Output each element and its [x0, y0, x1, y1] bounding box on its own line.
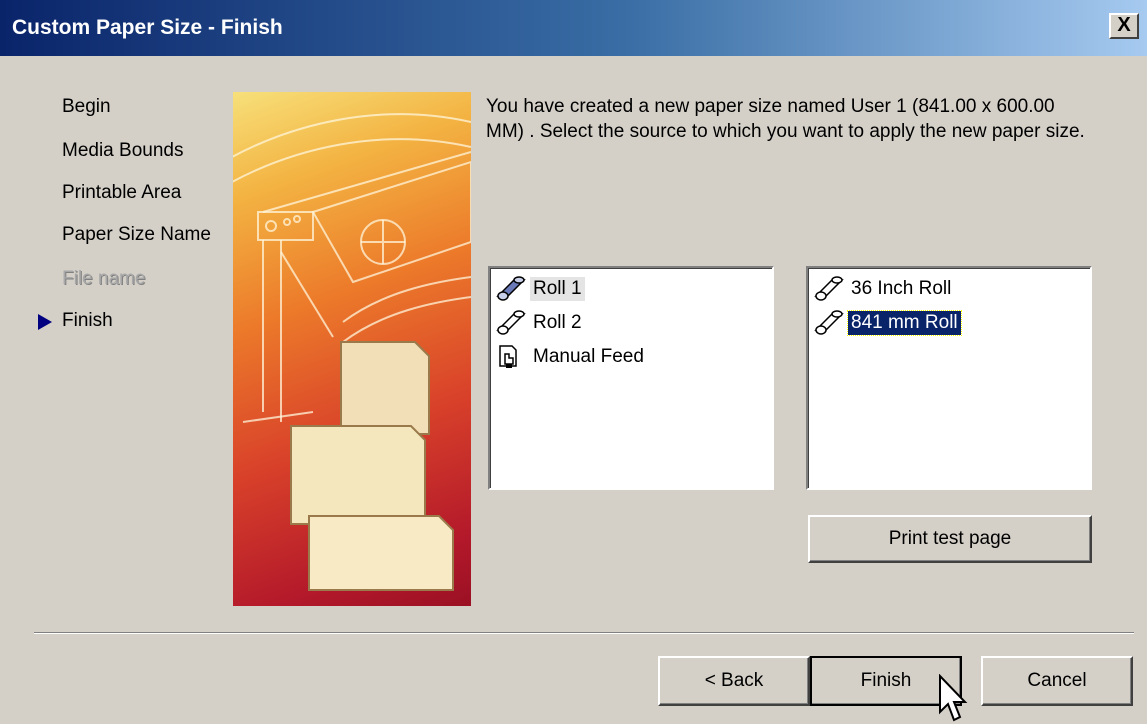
- mouse-pointer-icon: [939, 674, 968, 722]
- paper-sheets-graphic: [290, 341, 454, 591]
- finish-description: You have created a new paper size named …: [486, 96, 1085, 142]
- button-label: Cancel: [1027, 670, 1087, 691]
- plotter-illustration: [233, 113, 471, 591]
- roll-listbox[interactable]: 36 Inch Roll 841 mm Roll: [806, 266, 1092, 490]
- list-item-label: 841 mm Roll: [847, 310, 962, 336]
- step-label: Paper Size Name: [62, 224, 211, 245]
- source-listbox[interactable]: Roll 1 Roll 2 Manual Feed: [488, 266, 774, 490]
- arrow-right-icon: [38, 314, 52, 330]
- back-button[interactable]: < Back: [658, 656, 810, 706]
- close-button[interactable]: X: [1109, 13, 1139, 39]
- paper-roll-icon: [814, 310, 844, 335]
- list-item-label: Manual Feed: [533, 346, 644, 367]
- list-item-label: 36 Inch Roll: [851, 278, 952, 299]
- step-label: Finish: [62, 310, 113, 331]
- print-test-page-button[interactable]: Print test page: [808, 515, 1092, 563]
- paper-roll-icon: [496, 276, 526, 301]
- window-title: Custom Paper Size - Finish: [12, 16, 283, 39]
- step-label: File name: [62, 268, 146, 289]
- footer-divider: [34, 632, 1134, 634]
- step-label: Printable Area: [62, 182, 182, 203]
- paper-roll-icon: [496, 310, 526, 335]
- button-label: Print test page: [888, 528, 1012, 549]
- cancel-button[interactable]: Cancel: [981, 656, 1133, 706]
- manual-feed-icon: [499, 345, 517, 368]
- close-icon: X: [1117, 14, 1131, 36]
- list-item-label: Roll 2: [533, 312, 582, 333]
- list-item-label: Roll 1: [530, 277, 585, 301]
- button-label: < Back: [704, 670, 764, 691]
- title-bar[interactable]: Custom Paper Size - Finish X: [0, 0, 1147, 56]
- step-label: Begin: [62, 96, 111, 117]
- wizard-banner-image: [233, 92, 471, 606]
- wizard-window: Custom Paper Size - Finish X Begin Media…: [0, 0, 1147, 724]
- paper-roll-icon: [814, 276, 844, 301]
- step-label: Media Bounds: [62, 140, 184, 161]
